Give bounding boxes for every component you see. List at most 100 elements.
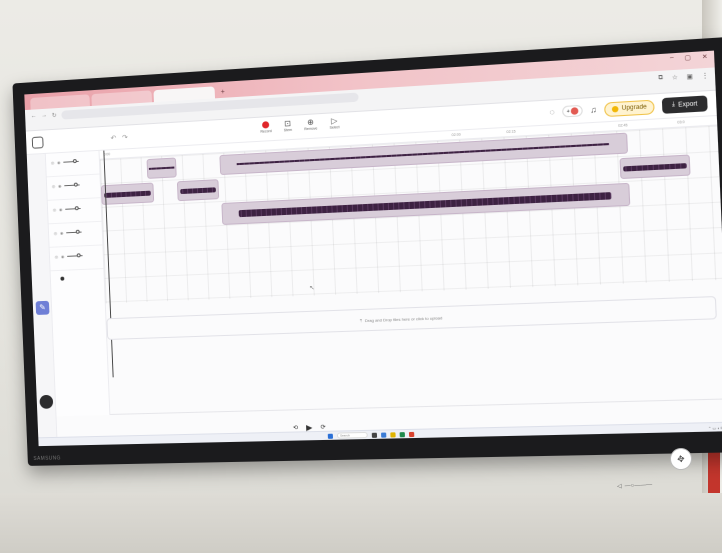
- upload-icon: ⤒: [359, 317, 362, 323]
- solo-icon[interactable]: ◉: [57, 160, 61, 165]
- tool-label: Select: [329, 125, 340, 130]
- remove-icon: ⊕: [306, 117, 315, 127]
- mute-icon[interactable]: ◎: [52, 184, 56, 189]
- pencil-icon[interactable]: ✎: [35, 300, 50, 315]
- credit-dot-icon: [570, 107, 579, 115]
- close-icon[interactable]: ✕: [702, 53, 708, 61]
- mute-icon[interactable]: ◎: [53, 207, 57, 212]
- back-icon[interactable]: ←: [31, 113, 37, 119]
- solo-icon[interactable]: ◉: [58, 183, 62, 188]
- tv-display: SAMSUNG + – ▢ ✕ ← → ↻ ⧉ ☆ ▣ ⋮ ↶ ↷ Record…: [12, 37, 722, 466]
- coin-icon: [611, 105, 619, 112]
- app-logo-icon[interactable]: [31, 136, 44, 149]
- track-name[interactable]: [51, 154, 94, 156]
- volume-overlay[interactable]: ◁ —○———: [617, 481, 653, 490]
- track-controls: ◎ ◉: [53, 205, 96, 212]
- credits-badge[interactable]: +: [562, 104, 583, 118]
- undo-icon[interactable]: ↶: [110, 134, 116, 142]
- track-row: ◎ ◉: [48, 221, 103, 248]
- reload-icon[interactable]: ↻: [52, 112, 57, 119]
- record-tool-button[interactable]: Record: [260, 120, 272, 134]
- taskview-icon[interactable]: [371, 432, 378, 438]
- new-track-button[interactable]: [60, 275, 103, 281]
- track-name[interactable]: [54, 225, 97, 227]
- download-icon: ⤓: [671, 101, 676, 109]
- waveform: [238, 191, 612, 217]
- upgrade-button[interactable]: Upgrade: [603, 99, 655, 117]
- audio-clip[interactable]: [619, 154, 691, 180]
- solo-icon[interactable]: ◉: [59, 207, 63, 212]
- record-icon: [262, 121, 270, 129]
- volume-slider[interactable]: [64, 182, 80, 187]
- track-controls: ◎ ◉: [52, 182, 95, 189]
- window-controls: – ▢ ✕: [670, 53, 708, 63]
- solo-icon[interactable]: ◉: [61, 254, 65, 259]
- volume-track: —○———: [624, 481, 653, 490]
- system-tray[interactable]: ⌃ ▭ ◖ ✉: [708, 426, 722, 431]
- folder-icon[interactable]: [390, 431, 396, 438]
- track-controls: ◎ ◉: [51, 158, 94, 165]
- floor: [0, 493, 722, 553]
- export-label: Export: [678, 100, 698, 109]
- audio-clip[interactable]: [221, 182, 631, 225]
- track-row: ◎ ◉: [45, 150, 100, 178]
- browser-actions: ⧉ ☆ ▣ ⋮: [658, 72, 708, 82]
- store-icon[interactable]: [399, 431, 405, 437]
- redo-icon[interactable]: ↷: [122, 133, 128, 141]
- record-fab-button[interactable]: [39, 394, 54, 409]
- divider: [110, 398, 722, 415]
- upload-dropzone[interactable]: ⤒ Drag and Drop files here or click to u…: [106, 296, 717, 340]
- bell-icon[interactable]: ♫: [590, 105, 597, 115]
- solo-icon[interactable]: ◉: [60, 230, 64, 235]
- bookmark-star-icon[interactable]: ☆: [672, 73, 678, 81]
- chrome-icon[interactable]: [408, 431, 415, 437]
- audio-clip[interactable]: [146, 157, 177, 179]
- chat-icon[interactable]: ◌: [549, 108, 555, 118]
- minimize-icon[interactable]: –: [670, 55, 674, 63]
- mute-icon[interactable]: ◎: [54, 231, 58, 236]
- audio-clip[interactable]: [176, 179, 220, 202]
- audio-clip[interactable]: [100, 182, 155, 205]
- windows-taskbar: Search ⌃ ▭ ◖ ✉: [38, 421, 722, 447]
- extensions-icon[interactable]: ▣: [686, 73, 693, 81]
- select-tool-button[interactable]: ▷ Select: [329, 116, 340, 130]
- track-row: ◎ ◉: [49, 245, 104, 272]
- menu-icon[interactable]: ⋮: [702, 72, 709, 80]
- volume-slider[interactable]: [67, 253, 83, 258]
- timeline-tick: 02:00: [451, 132, 461, 138]
- volume-knob[interactable]: [75, 229, 80, 234]
- track-name[interactable]: [53, 201, 96, 203]
- volume-knob[interactable]: [76, 253, 81, 258]
- forward-icon[interactable]: →: [41, 113, 47, 119]
- remove-tool-button[interactable]: ⊕ Remove: [304, 117, 318, 132]
- mute-icon[interactable]: ◎: [55, 254, 59, 259]
- volume-slider[interactable]: [66, 229, 82, 234]
- add-track-icon: [60, 276, 65, 281]
- start-icon[interactable]: [327, 433, 334, 439]
- stem-icon: ⊡: [284, 118, 292, 129]
- mute-icon[interactable]: ◎: [51, 160, 55, 165]
- tool-label: Remove: [304, 126, 318, 132]
- volume-slider[interactable]: [63, 159, 79, 164]
- upgrade-label: Upgrade: [621, 103, 647, 112]
- toolbar-right: ◌ + ♫ Upgrade ⤓ Export: [549, 95, 708, 120]
- timeline-tick: 02:15: [506, 129, 516, 135]
- translate-icon[interactable]: ⧉: [658, 74, 663, 82]
- explorer-icon[interactable]: [380, 432, 387, 438]
- volume-knob[interactable]: [73, 182, 78, 187]
- stem-tool-button[interactable]: ⊡ Stem: [283, 119, 292, 133]
- waveform: [148, 166, 175, 170]
- taskbar-search[interactable]: Search: [336, 431, 368, 439]
- waveform: [179, 186, 217, 194]
- speaker-icon: ◁: [616, 483, 622, 490]
- volume-knob[interactable]: [74, 206, 79, 211]
- maximize-icon[interactable]: ▢: [684, 54, 692, 62]
- volume-knob[interactable]: [72, 159, 77, 164]
- track-name[interactable]: [55, 249, 98, 251]
- volume-slider[interactable]: [65, 206, 81, 211]
- export-button[interactable]: ⤓ Export: [661, 95, 708, 114]
- mouse-cursor-icon: ↖: [309, 285, 315, 292]
- track-name[interactable]: [52, 178, 95, 180]
- plus-icon: +: [566, 108, 570, 115]
- track-row: ◎ ◉: [47, 198, 102, 225]
